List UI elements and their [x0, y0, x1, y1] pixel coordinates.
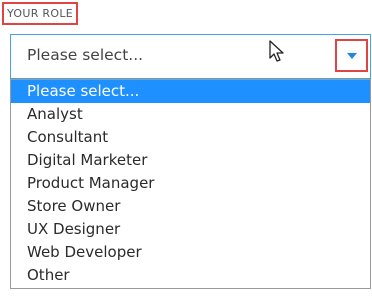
dropdown-toggle-button[interactable]	[335, 39, 368, 72]
role-dropdown-list: Please select... Analyst Consultant Digi…	[10, 79, 371, 289]
dropdown-option-analyst[interactable]: Analyst	[11, 103, 370, 126]
caret-down-icon	[346, 52, 357, 59]
dropdown-option-please-select[interactable]: Please select...	[11, 80, 370, 103]
dropdown-option-ux-designer[interactable]: UX Designer	[11, 218, 370, 241]
dropdown-option-web-developer[interactable]: Web Developer	[11, 241, 370, 264]
dropdown-option-digital-marketer[interactable]: Digital Marketer	[11, 149, 370, 172]
role-label-text: YOUR ROLE	[6, 7, 74, 20]
role-select[interactable]: Please select...	[10, 34, 371, 79]
role-select-value: Please select...	[27, 46, 144, 64]
dropdown-option-store-owner[interactable]: Store Owner	[11, 195, 370, 218]
role-label: YOUR ROLE	[2, 2, 78, 25]
dropdown-option-other[interactable]: Other	[11, 264, 370, 287]
dropdown-option-consultant[interactable]: Consultant	[11, 126, 370, 149]
mouse-pointer-icon	[269, 40, 284, 62]
dropdown-option-product-manager[interactable]: Product Manager	[11, 172, 370, 195]
